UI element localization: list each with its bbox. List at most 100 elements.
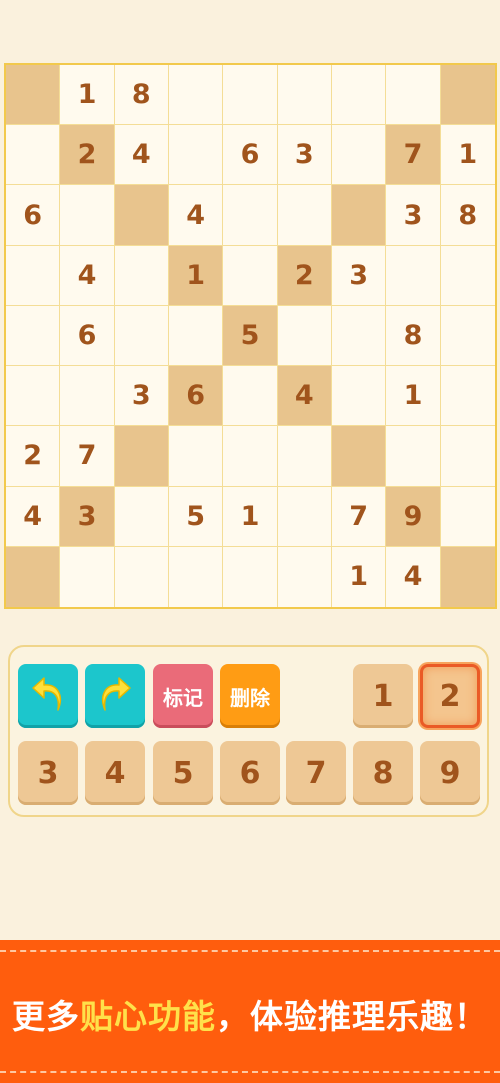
cell-r3-c7[interactable] [331,185,387,246]
cell-r3-c2[interactable] [60,185,115,246]
cell-r1-c7[interactable] [331,65,387,126]
cell-r6-c8[interactable]: 1 [386,366,441,427]
cell-r2-c9[interactable]: 1 [440,125,495,186]
cell-r9-c9[interactable] [440,546,495,607]
undo-arrow-icon [32,677,62,711]
cell-r9-c5[interactable] [223,546,278,607]
cell-r4-c3[interactable] [114,245,169,306]
cell-r5-c3[interactable] [114,305,169,367]
cell-r4-c8[interactable] [386,245,441,306]
delete-button[interactable]: 删除 [220,664,280,728]
cell-r4-c5[interactable] [223,245,278,306]
cell-r7-c2[interactable]: 7 [60,426,115,487]
cell-r5-c9[interactable] [440,305,495,367]
cell-r8-c7[interactable]: 7 [331,486,387,547]
mark-button[interactable]: 标记 [153,664,213,728]
cell-r2-c6[interactable]: 3 [277,125,332,186]
cell-r1-c6[interactable] [277,65,332,126]
cell-r5-c1[interactable] [6,305,61,367]
number-button-8[interactable]: 8 [353,741,413,805]
cell-r6-c2[interactable] [60,366,115,427]
cell-r1-c5[interactable] [223,65,278,126]
cell-r6-c7[interactable] [331,366,387,427]
cell-r2-c5[interactable]: 6 [223,125,278,186]
cell-r5-c5[interactable]: 5 [223,305,278,367]
slogan-highlight: 贴心功能 [80,997,216,1036]
cell-r1-c1[interactable] [6,65,61,126]
redo-button[interactable] [85,664,145,728]
cell-r3-c3[interactable] [114,185,169,246]
cell-r3-c8[interactable]: 3 [386,185,441,246]
cell-r2-c3[interactable]: 4 [114,125,169,186]
cell-r8-c6[interactable] [277,486,332,547]
number-button-9[interactable]: 9 [420,741,480,805]
cell-r9-c4[interactable] [168,546,224,607]
cell-r6-c3[interactable]: 3 [114,366,169,427]
cell-r4-c6[interactable]: 2 [277,245,332,306]
cell-r4-c1[interactable] [6,245,61,306]
cell-r4-c9[interactable] [440,245,495,306]
cell-r1-c3[interactable]: 8 [114,65,169,126]
cell-r2-c8[interactable]: 7 [386,125,441,186]
cell-r3-c4[interactable]: 4 [168,185,224,246]
cell-r7-c6[interactable] [277,426,332,487]
number-button-7[interactable]: 7 [286,741,346,805]
cell-r8-c8[interactable]: 9 [386,486,441,547]
cell-r3-c1[interactable]: 6 [6,185,61,246]
cell-r7-c4[interactable] [168,426,224,487]
cell-r2-c2[interactable]: 2 [60,125,115,186]
cell-r2-c4[interactable] [168,125,224,186]
cell-r1-c4[interactable] [168,65,224,126]
slogan-part-1: 更多 [12,997,80,1036]
number-button-5[interactable]: 5 [153,741,213,805]
cell-r6-c9[interactable] [440,366,495,427]
cell-r4-c4[interactable]: 1 [168,245,224,306]
cell-r9-c7[interactable]: 1 [331,546,387,607]
cell-r7-c3[interactable] [114,426,169,487]
cell-r7-c5[interactable] [223,426,278,487]
cell-r8-c3[interactable] [114,486,169,547]
cell-r2-c1[interactable] [6,125,61,186]
cell-r1-c8[interactable] [386,65,441,126]
cell-r3-c6[interactable] [277,185,332,246]
cell-r9-c1[interactable] [6,546,61,607]
cell-r6-c6[interactable]: 4 [277,366,332,427]
cell-r7-c1[interactable]: 2 [6,426,61,487]
cell-r9-c3[interactable] [114,546,169,607]
number-button-6[interactable]: 6 [220,741,280,805]
cell-r4-c7[interactable]: 3 [331,245,387,306]
cell-r9-c6[interactable] [277,546,332,607]
cell-r3-c9[interactable]: 8 [440,185,495,246]
cell-r7-c7[interactable] [331,426,387,487]
cell-r8-c9[interactable] [440,486,495,547]
cell-r1-c9[interactable] [440,65,495,126]
cell-r5-c7[interactable] [331,305,387,367]
cell-r6-c4[interactable]: 6 [168,366,224,427]
number-button-1[interactable]: 1 [353,664,413,728]
cell-r7-c8[interactable] [386,426,441,487]
number-button-4[interactable]: 4 [85,741,145,805]
control-panel: 标记 删除 1 2 3 4 5 6 7 8 9 [8,645,489,817]
cell-r5-c6[interactable] [277,305,332,367]
cell-r1-c2[interactable]: 1 [60,65,115,126]
number-button-3[interactable]: 3 [18,741,78,805]
cell-r7-c9[interactable] [440,426,495,487]
cell-r5-c8[interactable]: 8 [386,305,441,367]
cell-r5-c4[interactable] [168,305,224,367]
cell-r9-c8[interactable]: 4 [386,546,441,607]
cell-r2-c7[interactable] [331,125,387,186]
cell-r6-c5[interactable] [223,366,278,427]
cell-r4-c2[interactable]: 4 [60,245,115,306]
cell-r8-c2[interactable]: 3 [60,486,115,547]
promo-banner: 更多贴心功能，体验推理乐趣！ [0,940,500,1083]
cell-r8-c1[interactable]: 4 [6,486,61,547]
cell-r9-c2[interactable] [60,546,115,607]
cell-r6-c1[interactable] [6,366,61,427]
cell-r8-c5[interactable]: 1 [223,486,278,547]
undo-button[interactable] [18,664,78,728]
sudoku-screen: 182463716438412365836412743517914 标记 删除 … [0,0,500,1083]
cell-r8-c4[interactable]: 5 [168,486,224,547]
number-button-2[interactable]: 2 [420,664,480,728]
cell-r3-c5[interactable] [223,185,278,246]
cell-r5-c2[interactable]: 6 [60,305,115,367]
